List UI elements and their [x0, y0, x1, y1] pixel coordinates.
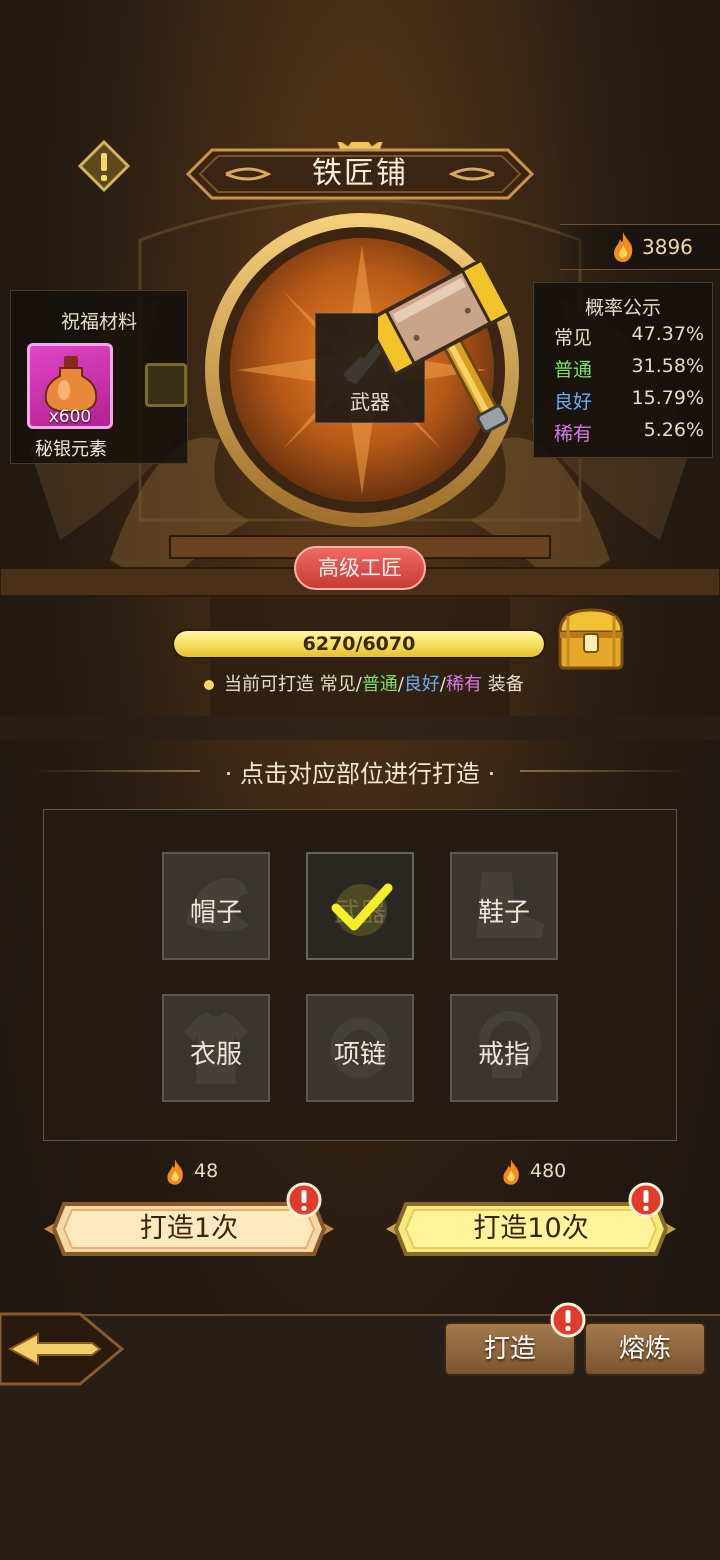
flame-icon — [503, 1159, 519, 1185]
forge-ten-cost-value: 480 — [530, 1160, 567, 1182]
alert-badge-icon — [286, 1182, 322, 1218]
warning-icon[interactable] — [78, 140, 130, 192]
tip-tier-normal: 普通 — [361, 674, 398, 695]
prob-name: 普通 — [554, 359, 593, 381]
page-title: 铁匠铺 — [312, 156, 408, 191]
prob-row-normal: 普通 31.58% — [554, 355, 704, 385]
probability-title: 概率公示 — [584, 297, 661, 319]
prob-percent: 5.26% — [643, 419, 704, 441]
slot-hat[interactable]: 帽子 — [162, 852, 270, 960]
slot-label: 项链 — [333, 1040, 386, 1070]
tip-tier-common: 常见 — [319, 674, 356, 695]
prob-percent: 15.79% — [631, 387, 704, 409]
slot-necklace[interactable]: 项链 — [306, 994, 414, 1102]
prob-percent: 31.58% — [631, 355, 704, 377]
checkmark-icon — [331, 883, 393, 936]
prob-percent: 47.37% — [631, 323, 704, 345]
slot-label: 帽子 — [189, 898, 242, 928]
slot-shoes[interactable]: 鞋子 — [450, 852, 558, 960]
slot-ring[interactable]: 戒指 — [450, 994, 558, 1102]
treasure-chest-icon[interactable] — [554, 604, 628, 674]
tip-suffix: 装备 — [487, 674, 524, 695]
currency-value: 3896 — [642, 235, 693, 259]
blessing-qty: x600 — [48, 407, 92, 427]
rank-badge: 高级工匠 — [294, 546, 426, 590]
alert-badge-icon — [550, 1302, 586, 1338]
tip-prefix: 当前可打造 — [224, 674, 314, 695]
slot-label: 鞋子 — [477, 898, 530, 928]
probability-panel: 概率公示 常见 47.37% 普通 31.58% 良好 15.79% 稀有 5.… — [533, 282, 713, 458]
blessing-title: 祝福材料 — [60, 311, 137, 333]
hammer-icon[interactable] — [378, 262, 538, 444]
tip-tier-rare: 稀有 — [445, 674, 482, 695]
tab-smelt[interactable]: 熔炼 — [584, 1322, 706, 1376]
currency-display: 3896 — [560, 224, 720, 270]
rank-label: 高级工匠 — [318, 556, 402, 580]
blessing-item-name: 秘银元素 — [35, 439, 107, 460]
bullet-dot-icon — [204, 680, 214, 690]
tip-tier-good: 良好 — [403, 674, 440, 695]
blacksmith-screen: 铁匠铺 3896 祝福材料 x600 秘银元素 概率公示 常见 47.37% 普… — [0, 0, 720, 1560]
craftable-tip: 当前可打造 常见/普通/良好/稀有 装备 — [204, 670, 524, 696]
tab-smelt-label: 熔炼 — [618, 1334, 671, 1364]
flame-icon — [167, 1159, 183, 1185]
slot-label: 衣服 — [189, 1040, 242, 1070]
forge-exp-bar: 6270/6070 — [172, 629, 546, 659]
back-arrow-button[interactable] — [0, 1300, 124, 1398]
blessing-empty-slot[interactable] — [145, 363, 187, 407]
forge-exp-text: 6270/6070 — [302, 633, 416, 655]
equipment-slot-grid: 帽子 武器 鞋子 衣服 项链 戒指 — [43, 809, 677, 1141]
flame-icon — [614, 232, 633, 262]
blessing-material-panel: 祝福材料 x600 秘银元素 — [10, 290, 188, 464]
prob-name: 稀有 — [554, 423, 593, 445]
slot-clothes[interactable]: 衣服 — [162, 994, 270, 1102]
slot-label: 戒指 — [477, 1040, 530, 1070]
prob-row-common: 常见 47.37% — [554, 323, 704, 353]
prob-row-rare: 稀有 5.26% — [554, 419, 704, 449]
prob-name: 常见 — [554, 327, 593, 349]
slot-weapon[interactable]: 武器 — [306, 852, 414, 960]
prob-row-good: 良好 15.79% — [554, 387, 704, 417]
forge-once-cost-value: 48 — [194, 1160, 219, 1182]
section-title: · 点击对应部位进行打造 · — [224, 760, 496, 788]
alert-badge-icon — [628, 1182, 664, 1218]
prob-name: 良好 — [554, 391, 593, 413]
title-plate: 铁匠铺 — [178, 142, 542, 206]
